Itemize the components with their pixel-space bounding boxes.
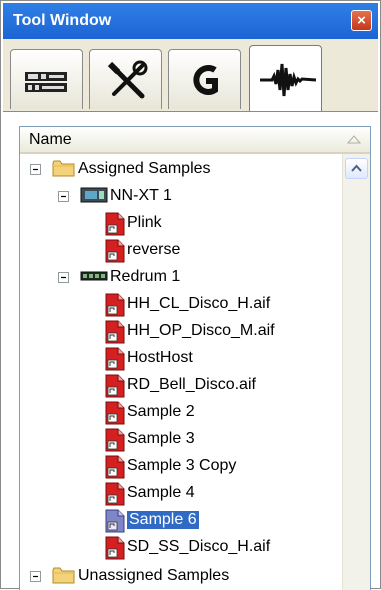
sample-file-icon — [104, 482, 126, 511]
groove-icon — [193, 65, 218, 95]
vertical-scrollbar[interactable] — [342, 154, 370, 590]
node-label: HH_CL_Disco_H.aif — [127, 295, 271, 312]
tool-window: Tool Window × Name Assigned Samples NN-X… — [0, 0, 381, 590]
window-title: Tool Window — [13, 12, 112, 29]
name-column-header[interactable]: Name — [20, 127, 370, 154]
sample-file-icon — [104, 509, 126, 538]
node-label: reverse — [127, 241, 181, 258]
sample-file-icon — [104, 428, 126, 457]
close-icon: × — [357, 12, 366, 29]
sample-file-icon — [104, 347, 126, 376]
folder-icon — [52, 158, 76, 183]
collapse-toggle-icon[interactable] — [30, 569, 41, 582]
node-label: Unassigned Samples — [78, 567, 230, 584]
nnxt-device-icon — [80, 185, 108, 210]
title-bar[interactable]: Tool Window × — [3, 3, 378, 39]
tab-panel — [3, 111, 378, 124]
sample-file-icon — [104, 374, 126, 403]
sample-file-icon — [104, 536, 126, 565]
chevron-up-icon — [351, 164, 362, 172]
node-label: Sample 3 — [127, 430, 195, 447]
tab-groove[interactable] — [168, 49, 241, 109]
collapse-toggle-icon[interactable] — [58, 270, 69, 283]
tab-samples[interactable] — [249, 45, 322, 111]
redrum-device-icon — [80, 266, 108, 291]
waveform-icon — [260, 63, 317, 97]
tab-tools[interactable] — [89, 49, 162, 109]
sample-file-icon — [104, 401, 126, 430]
column-header-label: Name — [29, 131, 72, 148]
collapse-toggle-icon[interactable] — [58, 189, 69, 202]
node-label: Plink — [127, 214, 162, 231]
node-label: Sample 4 — [127, 484, 195, 501]
node-label: HH_OP_Disco_M.aif — [127, 322, 275, 339]
node-label: Assigned Samples — [78, 160, 211, 177]
tools-icon — [107, 60, 148, 99]
sample-tree[interactable]: Name Assigned Samples NN-XT 1 Plink reverse… — [19, 126, 371, 590]
folder-icon — [52, 565, 76, 590]
node-label: RD_Bell_Disco.aif — [127, 376, 256, 393]
sample-file-icon — [104, 293, 126, 322]
sort-arrow-icon — [347, 135, 361, 144]
tab-devices[interactable] — [10, 49, 83, 109]
tab-strip — [3, 39, 378, 111]
sample-file-icon — [104, 212, 126, 241]
sample-file-icon — [104, 320, 126, 349]
scroll-up-button[interactable] — [345, 158, 368, 179]
node-label: HostHost — [127, 349, 193, 366]
node-label: NN-XT 1 — [110, 187, 172, 204]
sample-file-icon — [104, 239, 126, 268]
node-label: SD_SS_Disco_H.aif — [127, 538, 271, 555]
sample-file-icon — [104, 455, 126, 484]
node-label: Sample 3 Copy — [127, 457, 237, 474]
node-label: Redrum 1 — [110, 268, 181, 285]
node-label: Sample 2 — [127, 403, 195, 420]
collapse-toggle-icon[interactable] — [30, 162, 41, 175]
close-button[interactable]: × — [351, 10, 372, 31]
device-rack-icon — [25, 72, 67, 92]
node-label: Sample 6 — [127, 511, 199, 529]
